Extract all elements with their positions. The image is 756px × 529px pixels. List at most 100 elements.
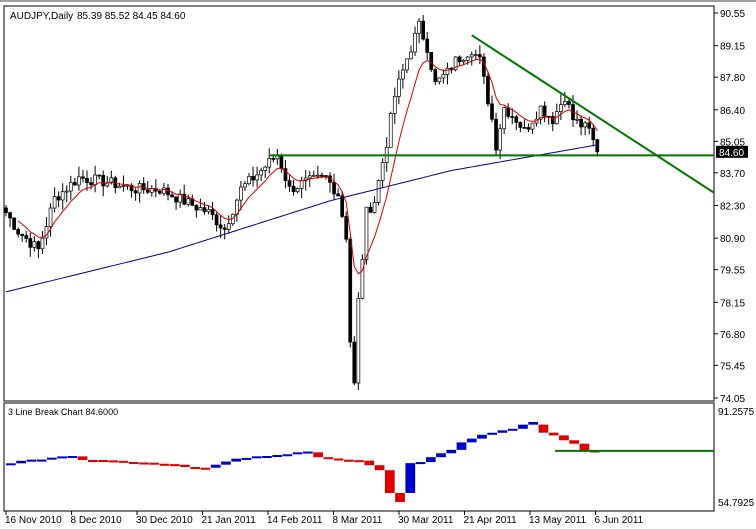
candle-body — [461, 60, 466, 63]
candle-body — [267, 158, 272, 168]
y-tick-label: 87.80 — [720, 73, 745, 84]
line-break-brick — [436, 453, 446, 458]
line-break-brick — [538, 424, 549, 433]
candle-body — [352, 341, 357, 384]
line-break-brick — [67, 456, 78, 459]
line-break-brick — [6, 463, 16, 466]
candle-body — [255, 174, 259, 181]
line-break-brick — [118, 460, 129, 463]
line-break-brick — [446, 449, 457, 454]
candle-body — [137, 183, 142, 194]
line-break-brick — [87, 459, 98, 462]
line-break-brick — [251, 456, 262, 459]
sub-axis-top: 91.2575 — [718, 407, 755, 418]
candle — [376, 179, 381, 206]
line-break-brick — [159, 463, 170, 466]
candle-body — [174, 196, 178, 203]
line-break-brick — [374, 465, 385, 471]
candle-body — [336, 193, 340, 197]
candle-body — [482, 56, 486, 77]
line-break-brick — [518, 424, 528, 429]
candle-body — [271, 158, 276, 160]
line-break-brick — [395, 492, 405, 502]
line-break-brick — [507, 428, 518, 431]
candle-body — [251, 176, 255, 181]
candle-body — [494, 118, 498, 151]
line-break-brick — [262, 455, 272, 458]
candle-body — [405, 58, 409, 71]
y-tick-label: 80.90 — [720, 234, 745, 245]
candle-body — [162, 187, 166, 194]
candle-body — [32, 241, 37, 248]
candle-body — [291, 185, 296, 193]
candle-body — [457, 56, 462, 63]
candle-body — [259, 170, 263, 176]
candle-body — [567, 101, 571, 105]
candle-body — [595, 139, 600, 153]
line-break-brick — [548, 432, 559, 436]
line-break-brick — [292, 452, 303, 455]
candle-body — [85, 177, 89, 183]
line-break-brick — [487, 432, 498, 435]
candle-body — [101, 175, 106, 187]
candle-body — [77, 176, 81, 186]
candle-body — [239, 186, 243, 201]
line-break-brick — [180, 464, 190, 468]
candle-body — [316, 174, 320, 177]
candle-body — [145, 189, 150, 193]
y-tick-label: 76.80 — [720, 330, 745, 341]
line-break-brick — [466, 438, 477, 443]
y-tick-label: 79.55 — [720, 266, 745, 277]
candle-body — [465, 56, 470, 61]
candle-body — [380, 162, 385, 181]
candle-body — [214, 214, 219, 226]
line-break-brick — [128, 461, 139, 464]
candle-body — [295, 187, 300, 193]
line-break-brick — [200, 467, 211, 470]
candle-body — [194, 205, 199, 211]
line-break-brick — [303, 451, 313, 454]
candle-body — [149, 188, 154, 193]
candle-body — [206, 209, 211, 213]
candle-body — [376, 180, 381, 203]
candle-body — [421, 20, 425, 40]
line-break-brick — [190, 467, 201, 470]
candle — [348, 236, 353, 348]
candle-body — [24, 235, 29, 239]
candle-body — [133, 190, 138, 194]
chart-window: 90.55 89.15 87.80 86.40 85.05 83.70 82.30 80.90… — [0, 0, 756, 527]
candle-body — [307, 175, 312, 179]
line-break-brick — [77, 456, 88, 460]
candle-body — [425, 38, 430, 53]
candle — [352, 336, 357, 386]
line-break-brick — [98, 460, 108, 463]
x-tick-label: 6 Jun 2011 — [595, 515, 644, 526]
candle-body — [473, 54, 478, 56]
candle-body — [311, 174, 316, 177]
candle-body — [243, 183, 247, 188]
chart-title: AUDJPY,Daily — [10, 11, 73, 22]
candle-body — [445, 67, 450, 75]
line-break-brick — [139, 462, 149, 465]
candle-body — [218, 224, 223, 229]
sub-plot-border — [3, 402, 715, 512]
line-break-brick — [57, 456, 67, 459]
candle-body — [397, 78, 401, 97]
candle-body — [506, 107, 511, 117]
candle-body — [4, 207, 8, 213]
candle-body — [502, 107, 506, 130]
line-break-brick — [272, 455, 283, 458]
candle-body — [12, 217, 16, 230]
candle-body — [433, 69, 438, 83]
ohlc-readout: 85.39 85.52 84.45 84.60 — [77, 11, 186, 22]
candle-body — [441, 74, 446, 79]
candle-body — [498, 128, 502, 151]
candle-body — [247, 176, 251, 185]
candle-body — [579, 118, 583, 128]
line-break-brick — [333, 458, 344, 461]
y-tick-label: 89.15 — [720, 42, 745, 53]
candle-body — [68, 182, 73, 192]
candle-body — [348, 238, 353, 343]
candle-body — [522, 127, 527, 129]
line-break-brick — [456, 442, 467, 450]
